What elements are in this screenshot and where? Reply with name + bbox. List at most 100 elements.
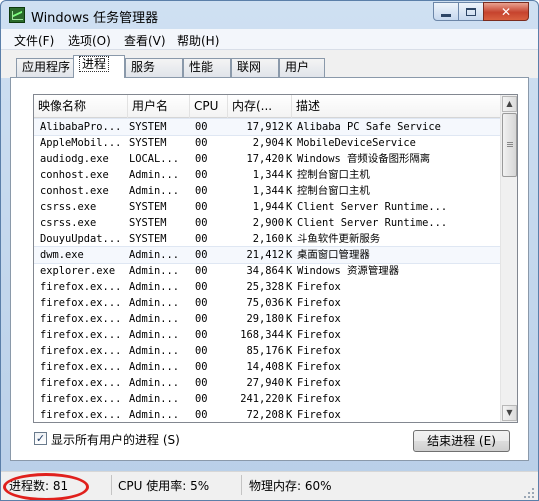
table-row[interactable]: conhost.exe Admin... 00 1,344 K 控制台窗口主机 <box>34 183 500 199</box>
tab-users[interactable]: 用户 <box>279 58 325 77</box>
process-memory: 75,036 <box>246 297 284 309</box>
minimize-button[interactable] <box>433 2 459 21</box>
end-process-button[interactable]: 结束进程 (E) <box>413 430 510 452</box>
process-list[interactable]: 映像名称 用户名 CPU 内存(... 描述 AlibabaPro... SYST… <box>33 94 518 423</box>
menu-view[interactable]: 查看(V) <box>124 32 166 49</box>
memory-unit: K <box>286 297 293 309</box>
process-name: firefox.ex... <box>40 377 122 389</box>
table-row[interactable]: explorer.exe Admin... 00 34,864 K Windows 资源管… <box>34 263 500 279</box>
process-user: SYSTEM <box>129 137 167 149</box>
table-row[interactable]: dwm.exe Admin... 00 21,412 K 桌面窗口管理器 <box>34 246 501 264</box>
process-description: Firefox <box>297 297 341 309</box>
grip-dot <box>528 492 530 494</box>
table-row[interactable]: firefox.ex... Admin... 00 85,176 K Firefox <box>34 343 500 359</box>
process-name: audiodg.exe <box>40 153 109 165</box>
process-cpu: 00 <box>195 345 208 357</box>
scroll-up-icon[interactable]: ▲ <box>502 96 517 112</box>
table-row[interactable]: firefox.ex... Admin... 00 29,180 K Firefox <box>34 311 500 327</box>
table-row[interactable]: AlibabaPro... SYSTEM 00 17,912 K Alibaba PC S… <box>34 118 501 136</box>
memory-unit: K <box>286 393 293 405</box>
process-description: 斗鱼软件更新服务 <box>297 233 381 245</box>
table-row[interactable]: firefox.ex... Admin... 00 75,036 K Firefox <box>34 295 500 311</box>
process-name: firefox.ex... <box>40 409 122 421</box>
tab-networking[interactable]: 联网 <box>231 58 279 77</box>
process-memory: 1,344 <box>252 169 284 181</box>
process-name: conhost.exe <box>40 185 109 197</box>
table-row[interactable]: AppleMobil... SYSTEM 00 2,904 K MobileDeviceS… <box>34 135 500 151</box>
status-divider <box>111 475 112 495</box>
table-row[interactable]: firefox.ex... Admin... 00 14,408 K Firefox <box>34 359 500 375</box>
process-cpu: 00 <box>195 329 208 341</box>
process-user: Admin... <box>129 169 180 181</box>
process-cpu: 00 <box>195 313 208 325</box>
process-memory: 2,900 <box>252 217 284 229</box>
table-row[interactable]: csrss.exe SYSTEM 00 1,944 K Client Server Run… <box>34 199 500 215</box>
vertical-scrollbar[interactable]: ▲ ▼ <box>500 95 517 422</box>
process-cpu: 00 <box>195 377 208 389</box>
column-user-name[interactable]: 用户名 <box>128 95 190 118</box>
tab-performance[interactable]: 性能 <box>183 58 231 77</box>
process-user: Admin... <box>129 393 180 405</box>
process-description: MobileDeviceService <box>297 137 416 149</box>
tab-services[interactable]: 服务 <box>125 58 183 77</box>
process-memory: 1,944 <box>252 201 284 213</box>
process-memory: 27,940 <box>246 377 284 389</box>
process-user: Admin... <box>129 377 180 389</box>
memory-unit: K <box>286 121 293 133</box>
table-row[interactable]: DouyuUpdat... SYSTEM 00 2,160 K 斗鱼软件更新服务 <box>34 231 500 247</box>
process-memory: 2,904 <box>252 137 284 149</box>
column-description[interactable]: 描述 <box>292 95 500 118</box>
process-user: Admin... <box>129 185 180 197</box>
grip-dot <box>524 496 526 498</box>
status-memory: 物理内存: 60% <box>249 479 332 493</box>
process-cpu: 00 <box>195 185 208 197</box>
checkbox-checked-icon[interactable]: ✓ <box>34 432 47 445</box>
process-name: DouyuUpdat... <box>40 233 122 245</box>
process-description: 桌面窗口管理器 <box>297 249 370 261</box>
table-row[interactable]: firefox.ex... Admin... 00 168,344 K Firefox <box>34 327 500 343</box>
process-memory: 1,344 <box>252 185 284 197</box>
process-description: Firefox <box>297 281 341 293</box>
process-cpu: 00 <box>195 281 208 293</box>
memory-unit: K <box>286 313 293 325</box>
process-user: SYSTEM <box>129 217 167 229</box>
process-description: Firefox <box>297 313 341 325</box>
column-cpu[interactable]: CPU <box>190 95 228 118</box>
table-row[interactable]: firefox.ex... Admin... 00 27,940 K Firefox <box>34 375 500 391</box>
column-memory[interactable]: 内存(... <box>228 95 292 118</box>
process-description: Firefox <box>297 361 341 373</box>
list-header: 映像名称 用户名 CPU 内存(... 描述 <box>34 95 500 118</box>
process-user: Admin... <box>129 265 180 277</box>
process-memory: 2,160 <box>252 233 284 245</box>
process-cpu: 00 <box>195 137 208 149</box>
status-divider <box>241 475 242 495</box>
process-memory: 34,864 <box>246 265 284 277</box>
memory-unit: K <box>286 265 293 277</box>
process-name: firefox.ex... <box>40 297 122 309</box>
table-row[interactable]: firefox.ex... Admin... 00 25,328 K Firefox <box>34 279 500 295</box>
process-description: 控制台窗口主机 <box>297 185 370 197</box>
column-image-name[interactable]: 映像名称 <box>34 95 128 118</box>
process-name: firefox.ex... <box>40 393 122 405</box>
menu-help[interactable]: 帮助(H) <box>177 32 219 49</box>
process-user: SYSTEM <box>129 121 167 133</box>
process-cpu: 00 <box>195 409 208 421</box>
table-row[interactable]: audiodg.exe LOCAL... 00 17,420 K Windows 音频设备… <box>34 151 500 167</box>
table-row[interactable]: csrss.exe SYSTEM 00 2,900 K Client Server Run… <box>34 215 500 231</box>
tab-label: 进程 <box>79 56 110 72</box>
tab-applications[interactable]: 应用程序 <box>16 58 74 77</box>
process-description: Windows 资源管理器 <box>297 265 399 277</box>
table-row[interactable]: firefox.ex... Admin... 00 72,208 K Firefox <box>34 407 500 422</box>
scroll-thumb[interactable] <box>502 113 517 177</box>
resize-grip-icon[interactable] <box>524 488 536 500</box>
table-row[interactable]: conhost.exe Admin... 00 1,344 K 控制台窗口主机 <box>34 167 500 183</box>
table-row[interactable]: firefox.ex... Admin... 00 241,220 K Firefox <box>34 391 500 407</box>
scroll-down-icon[interactable]: ▼ <box>502 405 517 421</box>
memory-unit: K <box>286 217 293 229</box>
maximize-button[interactable] <box>458 2 484 21</box>
tab-processes[interactable]: 进程 <box>73 55 125 78</box>
menu-file[interactable]: 文件(F) <box>14 32 54 49</box>
close-button[interactable]: ✕ <box>483 2 529 21</box>
title-bar[interactable]: Windows 任务管理器 ✕ <box>1 1 538 29</box>
menu-options[interactable]: 选项(O) <box>68 32 111 49</box>
